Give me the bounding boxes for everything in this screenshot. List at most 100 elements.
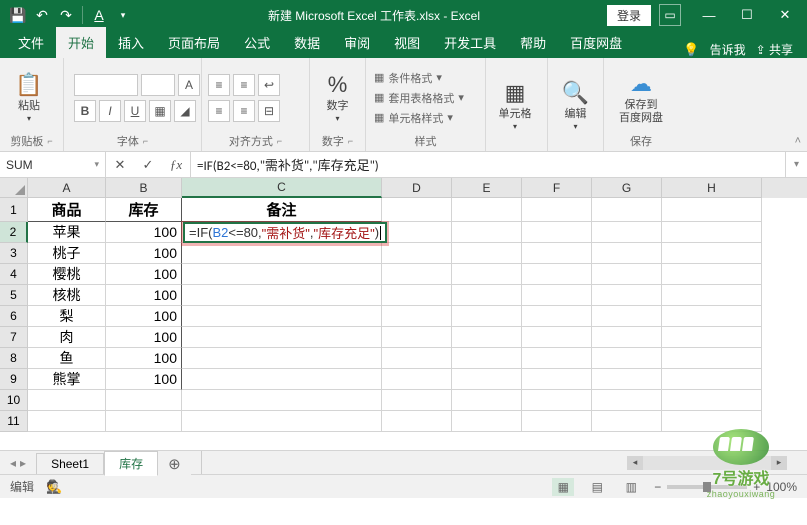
cell[interactable] bbox=[592, 243, 662, 264]
expand-formula-bar-icon[interactable]: ▾ bbox=[785, 152, 807, 177]
cell[interactable]: 梨 bbox=[28, 306, 106, 327]
border-button[interactable]: ▦ bbox=[149, 100, 171, 122]
row-header[interactable]: 9 bbox=[0, 369, 28, 390]
dialog-launcher-icon[interactable]: ⌐ bbox=[47, 136, 52, 146]
dialog-launcher-icon[interactable]: ⌐ bbox=[277, 136, 282, 146]
cell[interactable] bbox=[182, 285, 382, 306]
cell[interactable]: 100 bbox=[106, 369, 182, 390]
undo-icon[interactable]: ↶ bbox=[32, 5, 52, 25]
add-sheet-button[interactable]: ⊕ bbox=[158, 452, 191, 476]
cell[interactable]: 商品 bbox=[28, 198, 106, 222]
cell[interactable] bbox=[662, 306, 762, 327]
col-header[interactable]: F bbox=[522, 178, 592, 198]
col-header[interactable]: G bbox=[592, 178, 662, 198]
cell[interactable]: 100 bbox=[106, 306, 182, 327]
minimize-icon[interactable]: — bbox=[691, 1, 727, 29]
row-header[interactable]: 6 bbox=[0, 306, 28, 327]
cell[interactable] bbox=[522, 327, 592, 348]
cell[interactable] bbox=[522, 306, 592, 327]
cell[interactable] bbox=[592, 390, 662, 411]
cell[interactable]: 库存 bbox=[106, 198, 182, 222]
underline-button[interactable]: U bbox=[124, 100, 146, 122]
cell[interactable]: 熊掌 bbox=[28, 369, 106, 390]
dialog-launcher-icon[interactable]: ⌐ bbox=[143, 136, 148, 146]
align-mid-button[interactable]: ≡ bbox=[233, 74, 255, 96]
cell[interactable] bbox=[522, 285, 592, 306]
cell[interactable]: 鱼 bbox=[28, 348, 106, 369]
merge-button[interactable]: ⊟ bbox=[258, 100, 280, 122]
cell[interactable]: 核桃 bbox=[28, 285, 106, 306]
tab-baidu[interactable]: 百度网盘 bbox=[558, 27, 634, 58]
cell[interactable] bbox=[382, 327, 452, 348]
font-name-combo[interactable] bbox=[74, 74, 138, 96]
cell[interactable] bbox=[182, 348, 382, 369]
number-format-button[interactable]: %数字▾ bbox=[316, 72, 359, 123]
sheet-nav-next-icon[interactable]: ▸ bbox=[20, 456, 26, 470]
name-box[interactable]: SUM▾ bbox=[0, 152, 106, 177]
cell[interactable]: 100 bbox=[106, 264, 182, 285]
cell[interactable] bbox=[662, 198, 762, 222]
editing-button[interactable]: 🔍编辑▾ bbox=[554, 80, 597, 131]
cell[interactable] bbox=[522, 222, 592, 243]
cell-styles-button[interactable]: ▦单元格样式 ▾ bbox=[372, 109, 466, 127]
row-header[interactable]: 10 bbox=[0, 390, 28, 411]
redo-icon[interactable]: ↷ bbox=[56, 5, 76, 25]
cell[interactable] bbox=[592, 411, 662, 432]
cell[interactable] bbox=[452, 369, 522, 390]
cell[interactable] bbox=[592, 285, 662, 306]
qat-more-icon[interactable]: ▾ bbox=[113, 5, 133, 25]
tell-me-field[interactable]: 告诉我 bbox=[710, 41, 746, 58]
dialog-launcher-icon[interactable]: ⌐ bbox=[348, 136, 353, 146]
cell[interactable] bbox=[662, 327, 762, 348]
cell[interactable]: 100 bbox=[106, 348, 182, 369]
cell[interactable]: 100 bbox=[106, 243, 182, 264]
cell[interactable] bbox=[662, 348, 762, 369]
cell[interactable] bbox=[382, 222, 452, 243]
col-header[interactable]: A bbox=[28, 178, 106, 198]
cell[interactable] bbox=[382, 243, 452, 264]
row-header[interactable]: 3 bbox=[0, 243, 28, 264]
cell[interactable] bbox=[182, 411, 382, 432]
cell[interactable] bbox=[452, 222, 522, 243]
login-button[interactable]: 登录 bbox=[607, 5, 651, 26]
share-button[interactable]: ⇪ 共享 bbox=[756, 41, 793, 58]
cell[interactable] bbox=[182, 390, 382, 411]
col-header[interactable]: C bbox=[182, 178, 382, 198]
cell[interactable] bbox=[382, 285, 452, 306]
cell[interactable] bbox=[382, 348, 452, 369]
cell[interactable] bbox=[592, 348, 662, 369]
zoom-level[interactable]: 100% bbox=[766, 480, 797, 494]
cell[interactable] bbox=[662, 243, 762, 264]
chevron-down-icon[interactable]: ▾ bbox=[94, 159, 99, 170]
cell[interactable] bbox=[522, 348, 592, 369]
cell[interactable] bbox=[522, 411, 592, 432]
cell[interactable] bbox=[452, 411, 522, 432]
save-baidu-button[interactable]: ☁保存到 百度网盘 bbox=[610, 71, 672, 123]
tab-formulas[interactable]: 公式 bbox=[232, 27, 282, 58]
page-break-view-button[interactable]: ▥ bbox=[620, 478, 642, 496]
italic-button[interactable]: I bbox=[99, 100, 121, 122]
sheet-tab[interactable]: Sheet1 bbox=[36, 453, 104, 474]
cell[interactable] bbox=[522, 198, 592, 222]
collapse-ribbon-icon[interactable]: ˄ bbox=[795, 135, 801, 147]
row-header[interactable]: 7 bbox=[0, 327, 28, 348]
cell[interactable]: 肉 bbox=[28, 327, 106, 348]
insert-function-button[interactable]: ƒx bbox=[162, 152, 190, 177]
accessibility-icon[interactable]: 🕵 bbox=[46, 479, 62, 495]
tab-developer[interactable]: 开发工具 bbox=[432, 27, 508, 58]
font-color-icon[interactable]: A bbox=[89, 5, 109, 25]
cell[interactable]: 100 bbox=[106, 285, 182, 306]
cells-button[interactable]: ▦单元格▾ bbox=[492, 80, 538, 131]
tab-view[interactable]: 视图 bbox=[382, 27, 432, 58]
cell[interactable] bbox=[452, 306, 522, 327]
cancel-formula-button[interactable]: ✕ bbox=[106, 152, 134, 177]
cell[interactable]: 苹果 bbox=[28, 222, 106, 243]
conditional-format-button[interactable]: ▦条件格式 ▾ bbox=[372, 69, 466, 87]
cell[interactable] bbox=[592, 306, 662, 327]
cell[interactable] bbox=[382, 264, 452, 285]
cell[interactable] bbox=[592, 369, 662, 390]
tab-home[interactable]: 开始 bbox=[56, 27, 106, 58]
cell[interactable] bbox=[106, 411, 182, 432]
cell[interactable] bbox=[182, 327, 382, 348]
cell[interactable] bbox=[382, 390, 452, 411]
